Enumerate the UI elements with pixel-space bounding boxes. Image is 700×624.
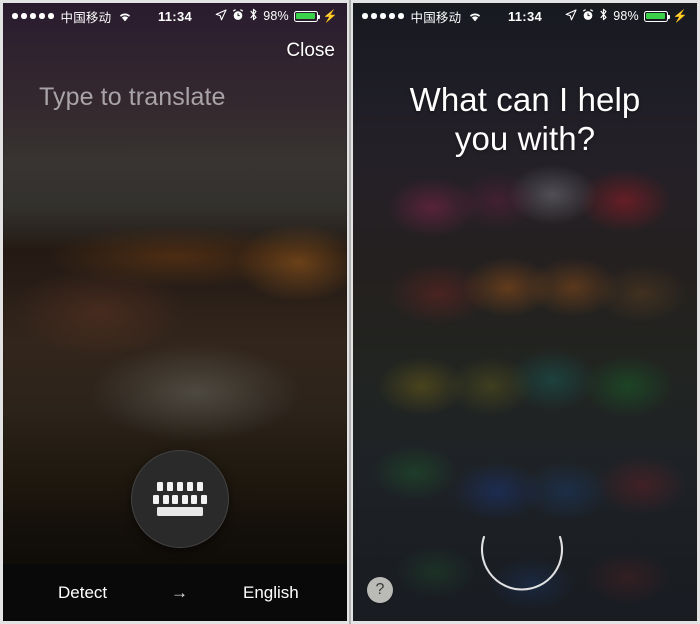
bluetooth-icon bbox=[249, 8, 258, 24]
keyboard-row-top bbox=[153, 482, 207, 492]
status-bar: 中国移动 11:34 98% ⚡ bbox=[3, 3, 347, 29]
carrier-label: 中国移动 bbox=[60, 10, 112, 25]
status-bar-right: 98% ⚡ bbox=[215, 8, 338, 24]
left-phone-panel-translate: 中国移动 11:34 98% ⚡ Close Type to translate… bbox=[0, 0, 350, 624]
keyboard-icon bbox=[153, 482, 207, 516]
help-button[interactable]: ? bbox=[367, 577, 393, 603]
carrier-label: 中国移动 bbox=[410, 10, 462, 25]
wifi-icon bbox=[468, 11, 482, 22]
battery-icon bbox=[293, 10, 321, 22]
source-language-button[interactable]: Detect bbox=[58, 583, 107, 603]
battery-icon bbox=[643, 10, 671, 22]
lightning-bolt-icon: ⚡ bbox=[322, 9, 338, 23]
alarm-clock-icon bbox=[232, 8, 244, 24]
siri-prompt-text: What can I help you with? bbox=[353, 81, 697, 159]
screenshot-root: 中国移动 11:34 98% ⚡ Close Type to translate… bbox=[0, 0, 700, 624]
panel-divider bbox=[349, 0, 351, 624]
close-button[interactable]: Close bbox=[286, 41, 335, 60]
location-arrow-icon bbox=[565, 8, 577, 24]
siri-prompt-line-1: What can I help bbox=[409, 81, 641, 118]
keyboard-button[interactable] bbox=[131, 450, 229, 548]
status-bar-left: 中国移动 bbox=[362, 7, 482, 26]
keyboard-row-second bbox=[153, 494, 207, 504]
alarm-clock-icon bbox=[582, 8, 594, 24]
arrow-right-icon: → bbox=[171, 582, 188, 602]
target-language-button[interactable]: English bbox=[243, 583, 299, 603]
siri-screen: 中国移动 11:34 98% ⚡ What can I help you wit… bbox=[353, 3, 697, 621]
status-bar-right: 98% ⚡ bbox=[565, 8, 688, 24]
status-bar: 中国移动 11:34 98% ⚡ bbox=[353, 3, 697, 29]
status-bar-left: 中国移动 bbox=[12, 7, 132, 26]
siri-prompt-line-2: you with? bbox=[454, 119, 596, 157]
battery-percent-label: 98% bbox=[263, 9, 289, 23]
signal-strength-dots bbox=[362, 13, 404, 19]
bluetooth-icon bbox=[599, 8, 608, 24]
lightning-bolt-icon: ⚡ bbox=[672, 9, 688, 23]
translate-input-placeholder[interactable]: Type to translate bbox=[39, 83, 226, 112]
translate-screen: 中国移动 11:34 98% ⚡ Close Type to translate… bbox=[3, 3, 347, 621]
siri-listening-arc[interactable] bbox=[474, 515, 570, 611]
signal-strength-dots bbox=[12, 13, 54, 19]
battery-percent-label: 98% bbox=[613, 9, 639, 23]
wifi-icon bbox=[118, 11, 132, 22]
keyboard-spacebar bbox=[157, 506, 203, 516]
location-arrow-icon bbox=[215, 8, 227, 24]
right-phone-panel-siri: 中国移动 11:34 98% ⚡ What can I help you wit… bbox=[350, 0, 700, 624]
language-selection-bar: Detect → English bbox=[3, 564, 347, 621]
